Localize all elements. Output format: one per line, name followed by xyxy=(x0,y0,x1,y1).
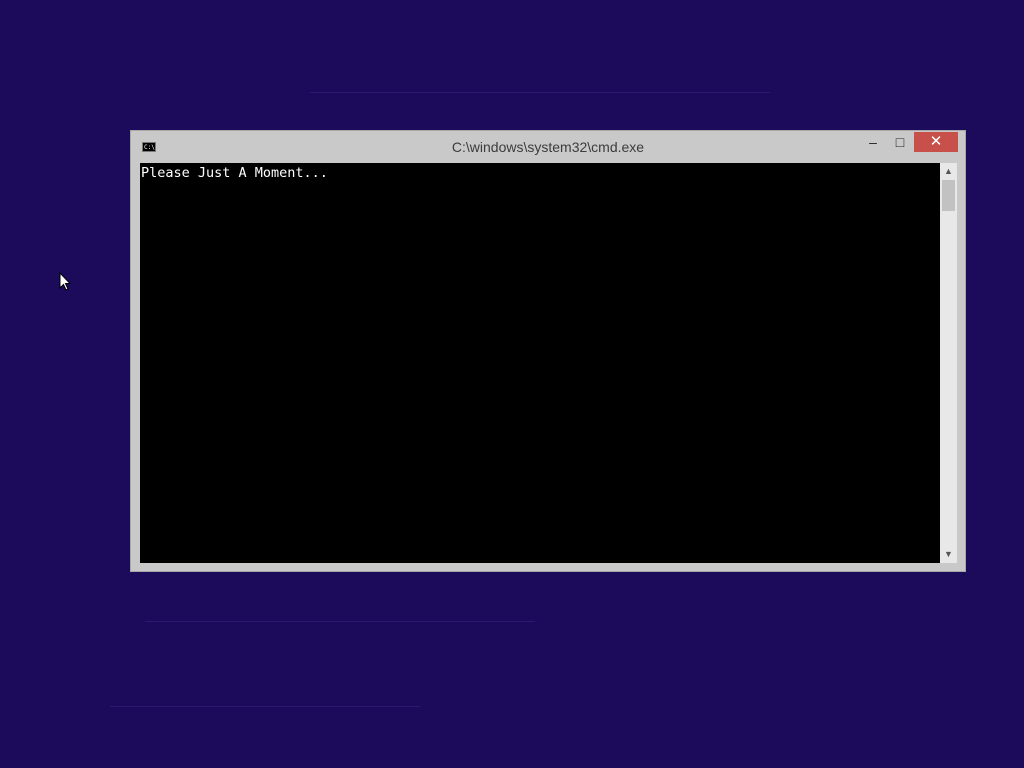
scroll-down-icon[interactable]: ▼ xyxy=(940,546,957,563)
scroll-thumb[interactable] xyxy=(942,180,955,211)
desktop: C:\ C:\windows\system32\cmd.exe – □ ✕ Pl… xyxy=(0,0,1024,768)
close-button[interactable]: ✕ xyxy=(914,132,958,152)
desktop-artifact-line xyxy=(310,92,770,93)
mouse-pointer-icon xyxy=(59,272,71,291)
window-title: C:\windows\system32\cmd.exe xyxy=(451,139,645,155)
cmd-window[interactable]: C:\ C:\windows\system32\cmd.exe – □ ✕ Pl… xyxy=(130,130,966,572)
scroll-up-icon[interactable]: ▲ xyxy=(940,163,957,180)
vertical-scrollbar[interactable]: ▲ ▼ xyxy=(940,163,957,563)
minimize-button[interactable]: – xyxy=(859,132,887,152)
console-line: Please Just A Moment... xyxy=(141,165,328,181)
console-output[interactable]: Please Just A Moment... xyxy=(140,163,940,563)
desktop-artifact-line xyxy=(110,706,420,707)
desktop-artifact-line xyxy=(145,621,535,622)
maximize-button[interactable]: □ xyxy=(887,132,913,152)
title-bar[interactable]: C:\ C:\windows\system32\cmd.exe – □ ✕ xyxy=(131,131,965,163)
